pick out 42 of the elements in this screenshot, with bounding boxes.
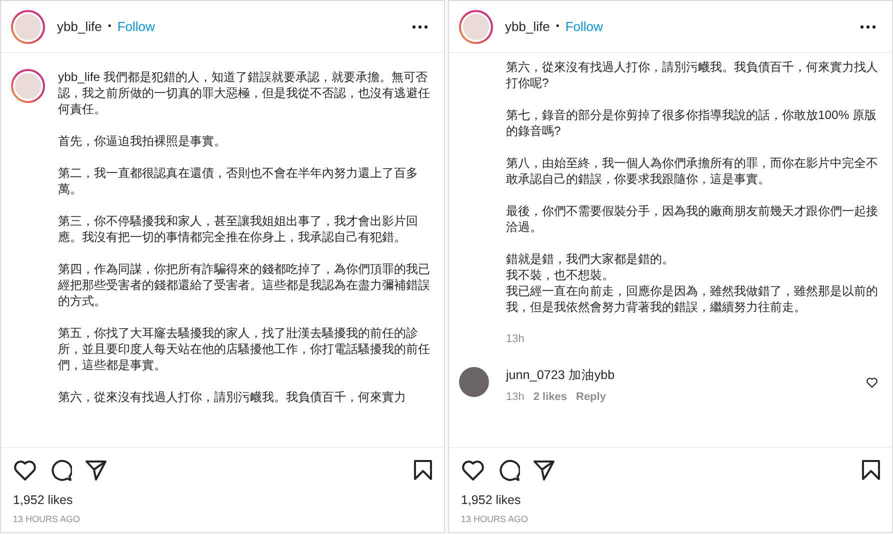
- more-options-icon[interactable]: [860, 24, 876, 28]
- username-link[interactable]: junn_0723: [506, 368, 565, 382]
- username-link[interactable]: ybb_life: [505, 19, 550, 34]
- caption-text: 最後，你們不需要假裝分手，因為我的廠商朋友前幾天才跟你們一起接洽過。: [506, 203, 879, 235]
- caption-text: 第七，錄音的部分是你剪掉了很多你指導我說的話，你敢放100% 原版的錄音嗎?: [506, 107, 878, 139]
- avatar[interactable]: [11, 69, 45, 103]
- likes-count[interactable]: 1,952 likes: [13, 493, 432, 507]
- bookmark-icon[interactable]: [414, 460, 432, 480]
- heart-icon[interactable]: [13, 459, 37, 481]
- comment-icon[interactable]: [50, 459, 72, 481]
- separator-dot: •: [108, 21, 112, 32]
- caption-text: 我已經一直在向前走，回應你是因為，雖然我做錯了，雖然那是以前的我，但是我依然會努力背著我的錯誤，繼續努力往前走。: [506, 283, 879, 315]
- caption-text: 第四，作為同謀，你把所有詐騙得來的錢都吃掉了，為你們頂罪的我已經把那些受害者的錢都還給了受害者。這些都是我認為在盡力彌補錯誤的方式。: [58, 261, 431, 309]
- heart-icon[interactable]: [461, 459, 485, 481]
- caption-text: ybb_life 我們都是犯錯的人，知道了錯誤就要承認，就要承擔。無可否認，我之前所做的一切真的罪大惡極，但是我從不否認，也沒有逃避任何責任。: [58, 69, 431, 117]
- comment-icon[interactable]: [498, 459, 520, 481]
- send-icon[interactable]: [533, 460, 555, 480]
- avatar[interactable]: [459, 367, 489, 397]
- comment-text: 加油ybb: [568, 368, 615, 382]
- caption-text: 第六，從來沒有找過人打你，請別污衊我。我負債百千，何來實力: [58, 389, 407, 405]
- caption-text: 第五，你找了大耳窿去騷擾我的家人，找了壯漢去騷擾我的前任的診所，並且要印度人每天站在他的店騷擾他工作，你打電話騷擾我的前任們，這些都是事實。: [58, 325, 431, 373]
- bookmark-icon[interactable]: [862, 460, 880, 480]
- caption-text: 第八，由始至終，我一個人為你們承擔所有的罪，而你在影片中完全不敢承認自己的錯誤，你要求我跟隨你，這是事實。: [506, 155, 879, 187]
- username-link[interactable]: ybb_life: [57, 19, 102, 34]
- avatar[interactable]: [11, 10, 45, 44]
- caption-text: 第二，我一直都很認真在還債，否則也不會在半年內努力還上了百多萬。: [58, 165, 419, 197]
- post-date: 13 HOURS AGO: [13, 514, 82, 524]
- send-icon[interactable]: [85, 460, 107, 480]
- timestamp: 13h: [506, 332, 526, 347]
- caption-text: 我不裝，也不想裝。: [506, 267, 615, 283]
- avatar[interactable]: [459, 10, 493, 44]
- timestamp: 13h: [506, 391, 524, 403]
- heart-icon[interactable]: [866, 377, 878, 388]
- caption-text: 第六，從來沒有找過人打你，請別污衊我。我負債百千，何來實力找人打你呢?: [506, 59, 879, 91]
- caption-text: 第三，你不停騷擾我和家人，甚至讓我姐姐出事了，我才會出影片回應。我沒有把一切的事情都完全推在你身上，我承認自己有犯錯。: [58, 213, 419, 245]
- more-options-icon[interactable]: [412, 24, 428, 28]
- caption-text: 首先，你逼迫我拍裸照是事實。: [58, 133, 227, 149]
- post-date: 13 HOURS AGO: [461, 514, 530, 524]
- separator-dot: •: [556, 21, 560, 32]
- username-link[interactable]: ybb_life: [58, 70, 100, 84]
- caption-text: 錯就是錯，我們大家都是錯的。: [506, 251, 675, 267]
- likes-count[interactable]: 1,952 likes: [461, 493, 880, 507]
